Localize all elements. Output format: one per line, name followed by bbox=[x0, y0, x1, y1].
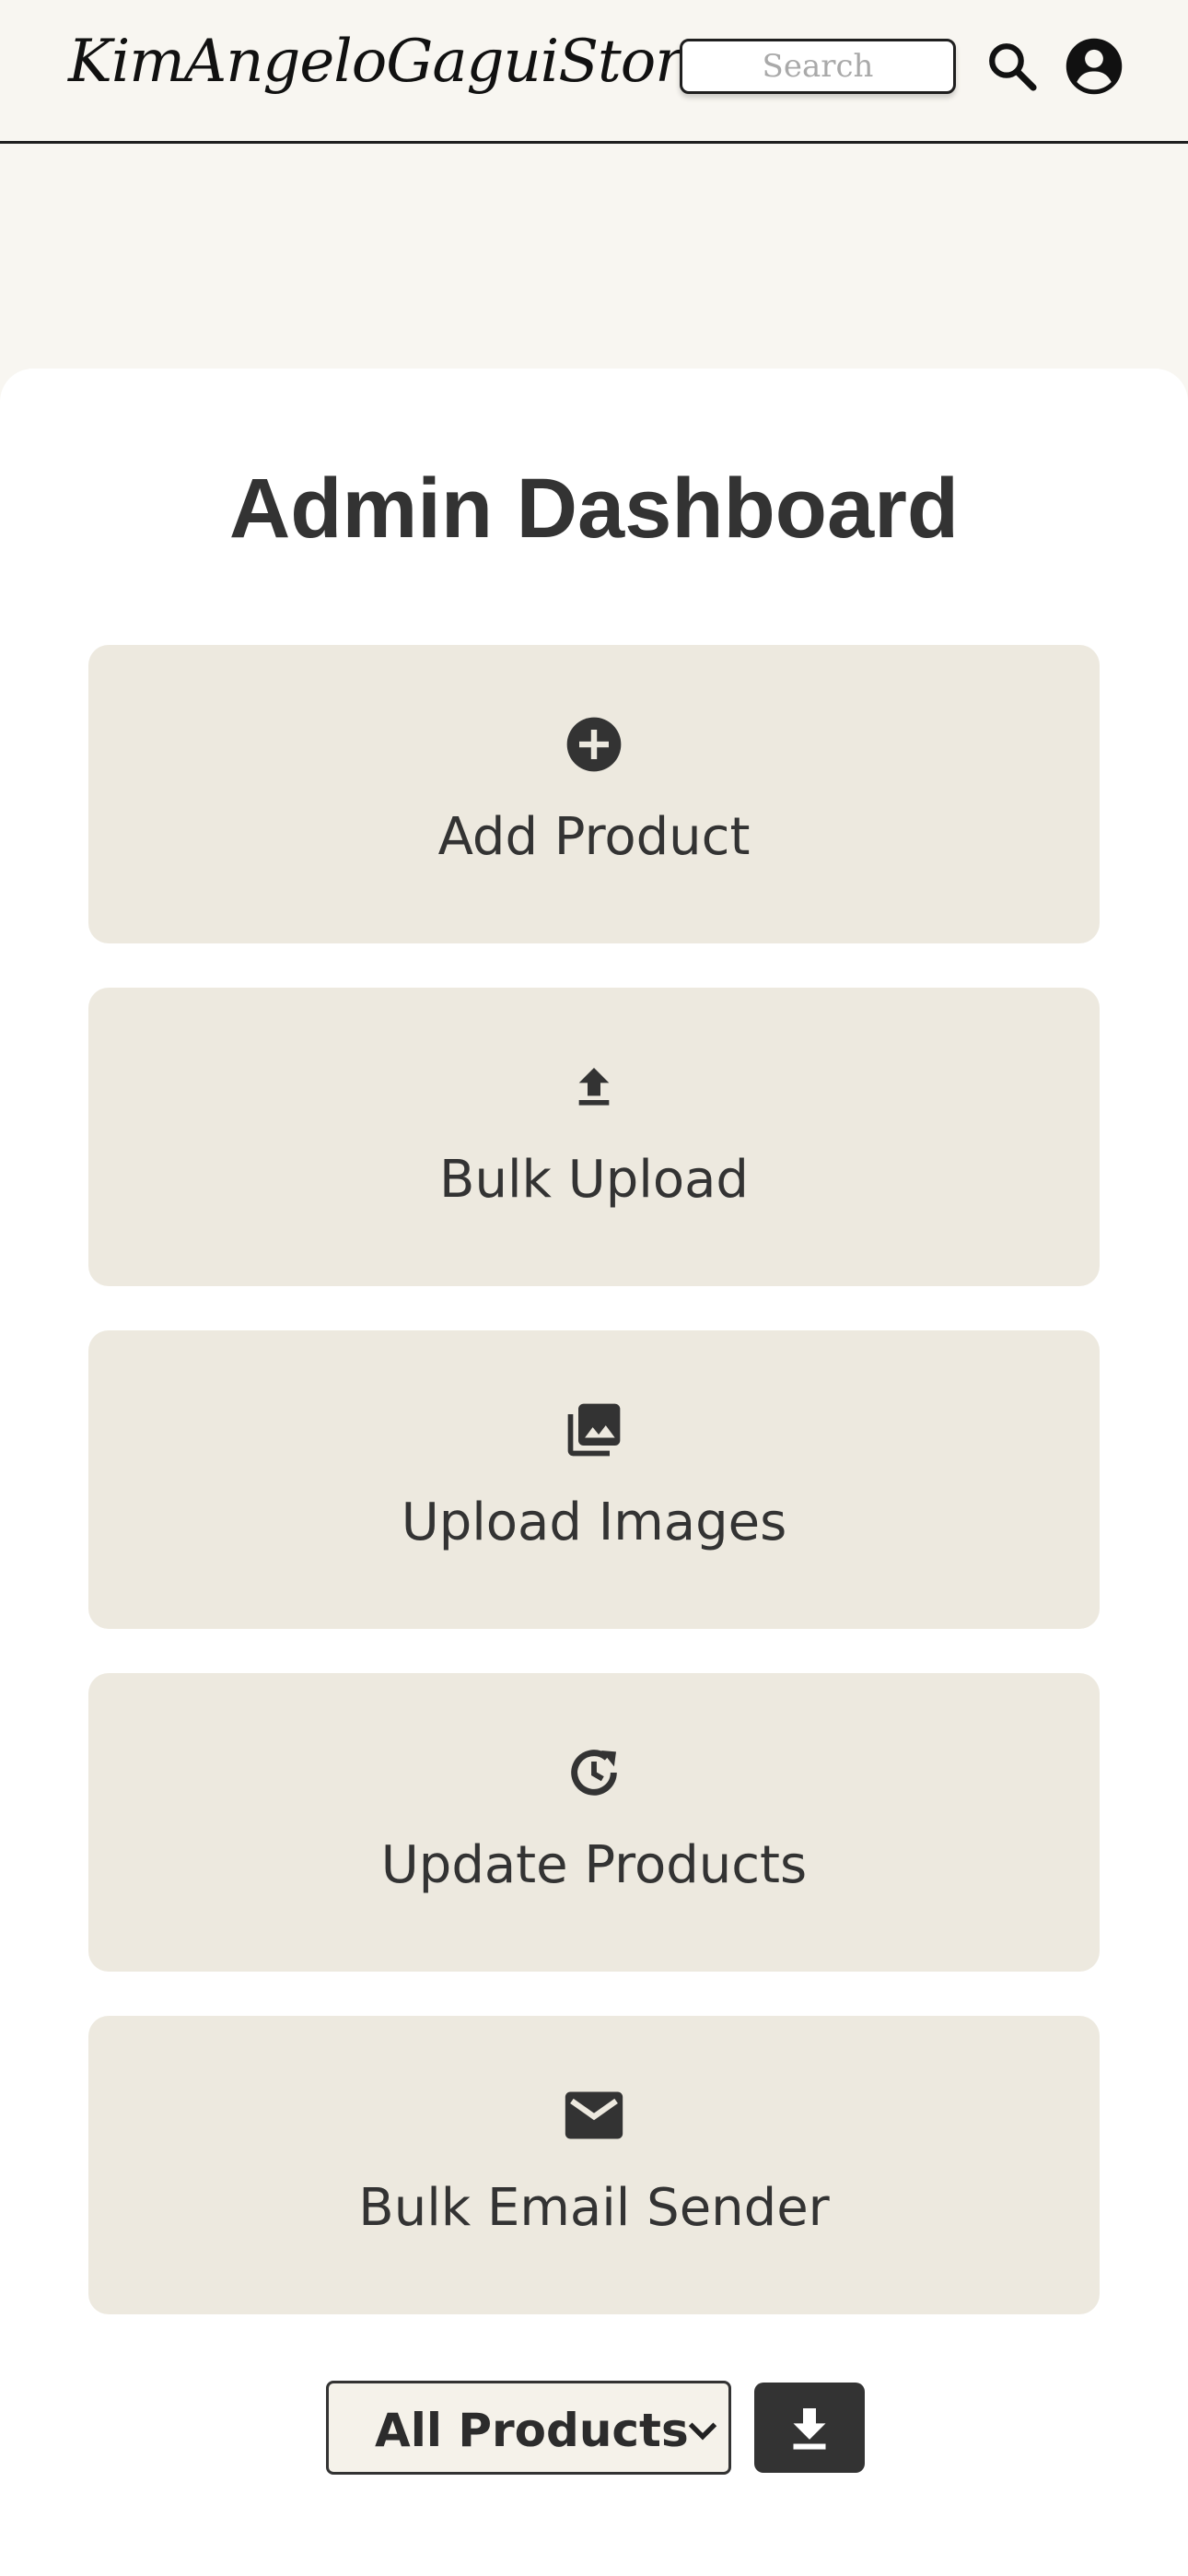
product-filter-value: All Products bbox=[375, 2404, 689, 2457]
bulk-email-sender-tile[interactable]: Bulk Email Sender bbox=[88, 2016, 1100, 2314]
account-circle-icon bbox=[1066, 38, 1123, 95]
update-products-label: Update Products bbox=[380, 1835, 808, 1895]
upload-icon bbox=[578, 1068, 610, 1106]
product-filter-select[interactable]: All Products bbox=[326, 2381, 731, 2475]
chevron-down-icon bbox=[688, 2422, 717, 2441]
search-input[interactable] bbox=[680, 39, 956, 94]
search-icon bbox=[989, 43, 1037, 91]
mail-icon bbox=[565, 2091, 623, 2139]
photo-library-icon bbox=[567, 1403, 621, 1457]
update-icon bbox=[571, 1750, 617, 1796]
bulk-upload-tile[interactable]: Bulk Upload bbox=[88, 988, 1100, 1286]
store-logo[interactable]: KimAngeloGaguiStore bbox=[68, 28, 717, 96]
add-product-label: Add Product bbox=[437, 807, 751, 867]
upload-images-label: Upload Images bbox=[401, 1493, 787, 1552]
bulk-email-sender-label: Bulk Email Sender bbox=[358, 2178, 830, 2238]
bulk-upload-label: Bulk Upload bbox=[439, 1150, 749, 1210]
page-title: Admin Dashboard bbox=[228, 462, 960, 556]
site-header: KimAngeloGaguiStore bbox=[0, 0, 1188, 144]
download-button[interactable] bbox=[754, 2383, 865, 2473]
search-button[interactable] bbox=[976, 33, 1048, 100]
profile-button[interactable] bbox=[1059, 31, 1129, 101]
update-products-tile[interactable]: Update Products bbox=[88, 1673, 1100, 1972]
add-product-tile[interactable]: Add Product bbox=[88, 645, 1100, 943]
upload-images-tile[interactable]: Upload Images bbox=[88, 1330, 1100, 1629]
download-icon bbox=[793, 2408, 826, 2450]
add-circle-icon bbox=[566, 717, 622, 772]
